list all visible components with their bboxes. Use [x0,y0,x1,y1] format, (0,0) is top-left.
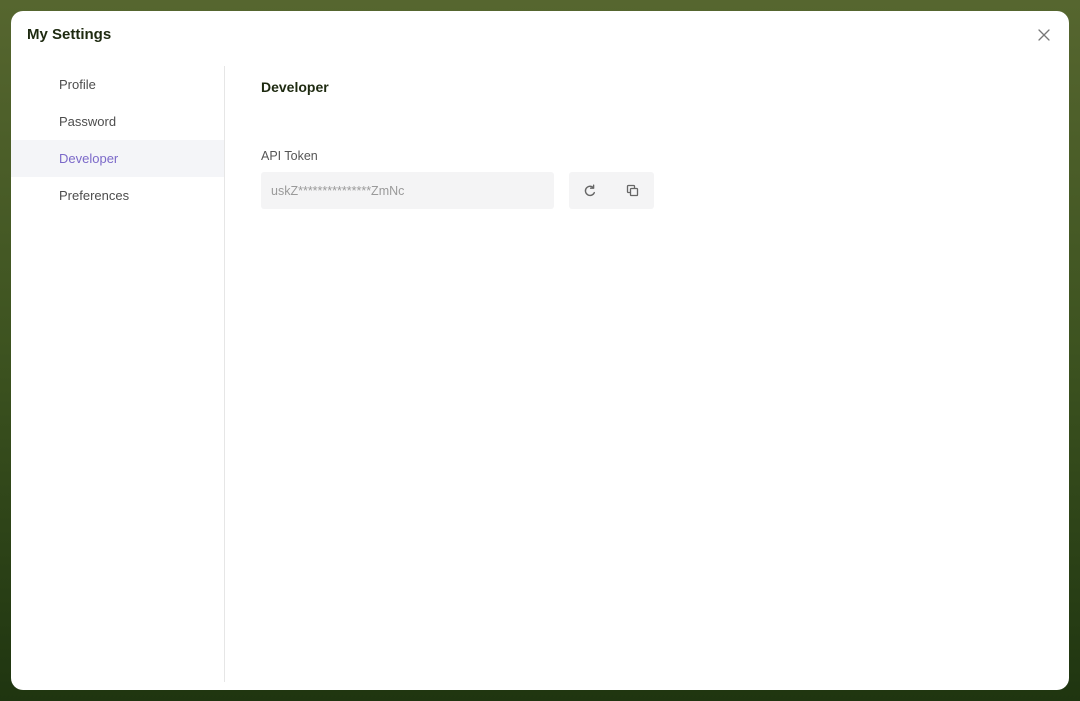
sidebar-item-profile[interactable]: Profile [11,66,224,103]
settings-sidebar: Profile Password Developer Preferences [11,66,225,682]
sidebar-item-label: Password [59,114,117,129]
sidebar-item-preferences[interactable]: Preferences [11,177,224,214]
refresh-icon [585,184,596,196]
api-token-label: API Token [261,149,318,163]
sidebar-item-label: Preferences [59,188,130,203]
token-actions [569,172,654,209]
api-token-input[interactable] [261,172,554,209]
section-title: Developer [261,79,329,95]
close-button[interactable] [1035,26,1053,44]
regenerate-token-button[interactable] [569,172,612,209]
copy-icon [627,184,639,197]
sidebar-item-label: Profile [59,77,96,92]
close-icon [1038,29,1050,41]
sidebar-item-password[interactable]: Password [11,103,224,140]
sidebar-item-label: Developer [59,151,119,166]
settings-modal: My Settings Profile Password Developer P… [11,11,1069,690]
modal-title: My Settings [27,26,112,43]
developer-panel: Developer API Token [261,77,1069,209]
sidebar-item-developer[interactable]: Developer [11,140,224,177]
copy-token-button[interactable] [612,172,655,209]
